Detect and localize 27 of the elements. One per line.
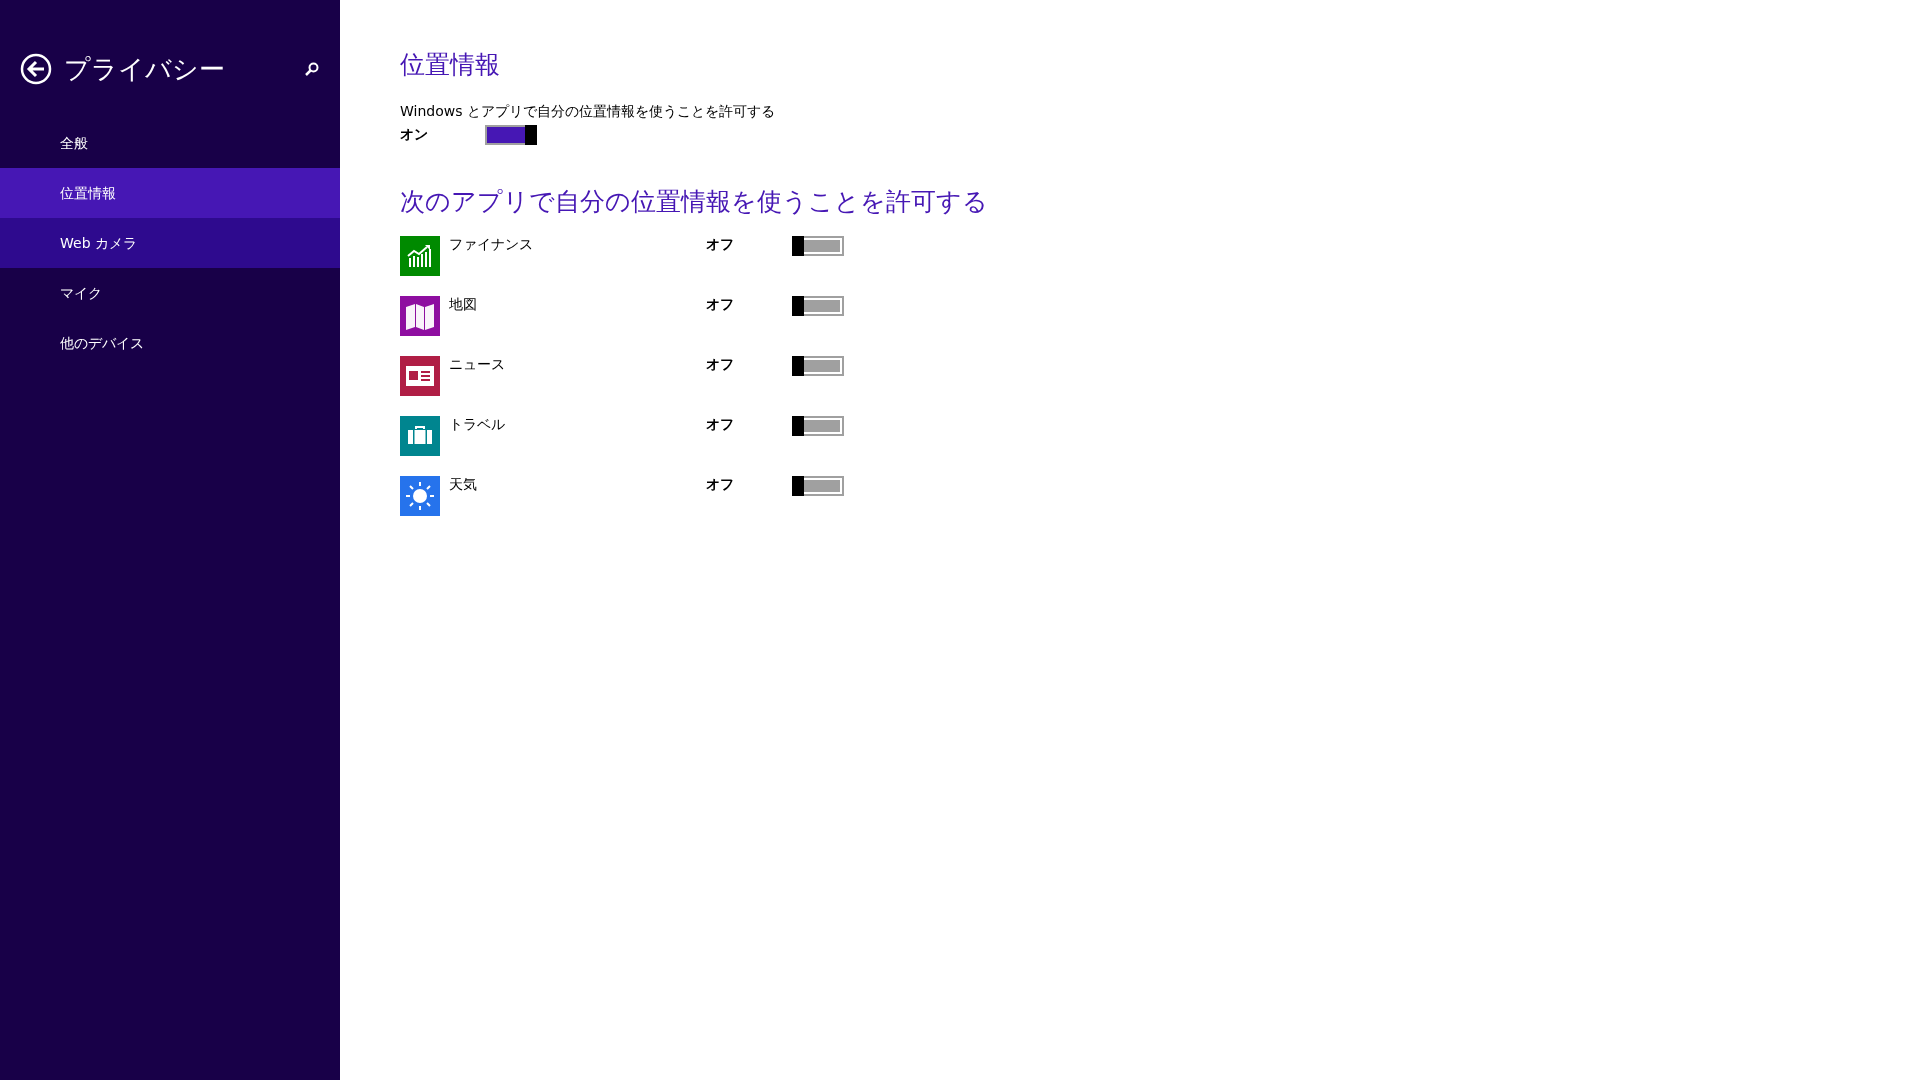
sidebar-item[interactable]: 位置情報 <box>0 168 340 218</box>
section-heading: 次のアプリで自分の位置情報を使うことを許可する <box>400 186 989 218</box>
toggle-state-label: オフ <box>706 416 735 434</box>
toggle-switch[interactable] <box>792 356 844 376</box>
app-name: ファイナンス <box>449 236 534 254</box>
sidebar-item[interactable]: 他のデバイス <box>0 318 340 368</box>
search-icon[interactable] <box>304 61 320 77</box>
toggle-state-label: オフ <box>706 296 735 314</box>
section-heading: 位置情報 <box>400 49 501 81</box>
toggle-state-label: オフ <box>706 476 735 494</box>
app-name: ニュース <box>449 356 506 374</box>
toggle-switch[interactable] <box>792 236 844 256</box>
toggle-switch[interactable] <box>485 125 537 145</box>
app-name: 地図 <box>449 296 478 314</box>
toggle-switch[interactable] <box>792 476 844 496</box>
app-name: トラベル <box>449 416 506 434</box>
sidebar-item[interactable]: 全般 <box>0 118 340 168</box>
app-name: 天気 <box>449 476 478 494</box>
toggle-switch[interactable] <box>792 416 844 436</box>
toggle-state-label: オン <box>400 126 429 144</box>
sidebar-item[interactable]: Web カメラ <box>0 218 340 268</box>
sidebar-item[interactable]: マイク <box>0 268 340 318</box>
toggle-state-label: オフ <box>706 236 735 254</box>
sidebar-title: プライバシー <box>64 52 226 86</box>
toggle-switch[interactable] <box>792 296 844 316</box>
toggle-state-label: オフ <box>706 356 735 374</box>
setting-description: Windows とアプリで自分の位置情報を使うことを許可する <box>400 103 776 121</box>
